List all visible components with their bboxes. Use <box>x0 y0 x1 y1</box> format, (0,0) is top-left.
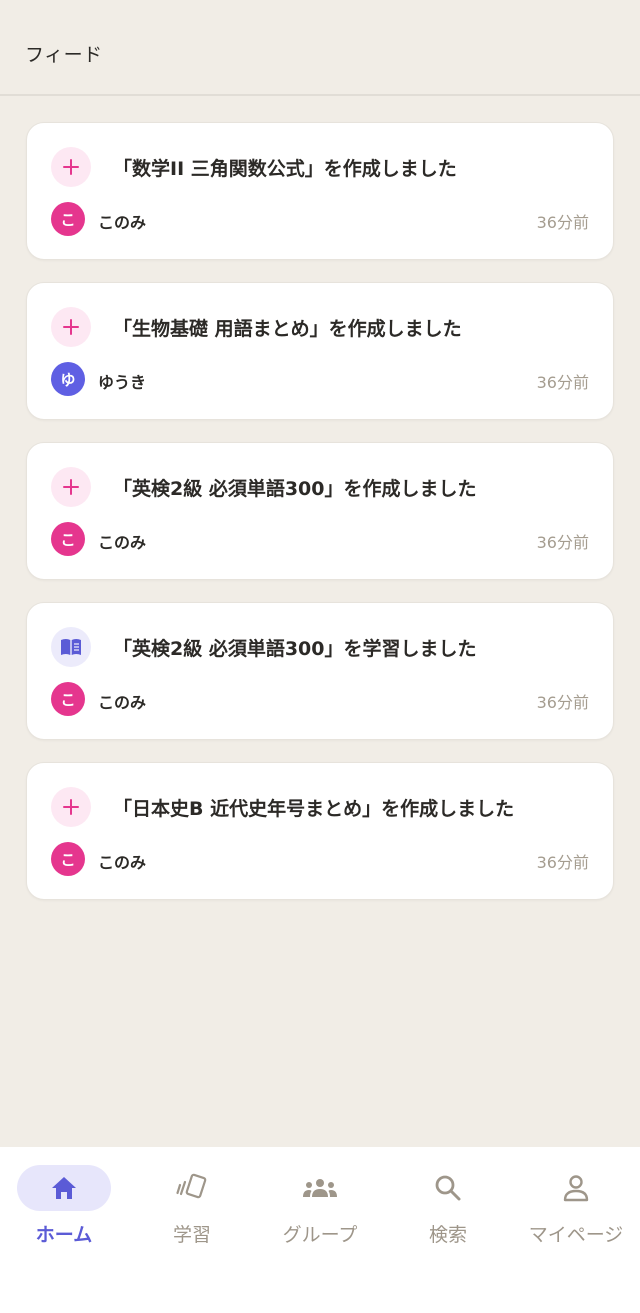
activity-title: 「生物基礎 用語まとめ」を作成しました <box>113 318 462 340</box>
timestamp: 36分前 <box>536 853 589 872</box>
user-name: このみ <box>98 213 147 232</box>
feed-card[interactable]: 「日本史B 近代史年号まとめ」を作成しました こ このみ 36分前 <box>26 762 614 900</box>
nav-label: マイページ <box>528 1224 624 1246</box>
feed-card[interactable]: 「英検2級 必須単語300」を学習しました こ このみ 36分前 <box>26 602 614 740</box>
person-icon <box>556 1171 596 1205</box>
page-title: フィード <box>25 44 103 66</box>
feed-card[interactable]: 「数学II 三角関数公式」を作成しました こ このみ 36分前 <box>26 122 614 260</box>
nav-label: 学習 <box>172 1224 211 1246</box>
home-icon <box>44 1171 84 1205</box>
plus-icon <box>51 147 91 187</box>
group-icon <box>300 1171 340 1205</box>
bottom-navigation: ホーム 学習 グループ 検索 マイページ <box>0 1147 640 1313</box>
search-icon <box>428 1171 468 1205</box>
nav-study[interactable]: 学習 <box>128 1147 256 1267</box>
feed-card[interactable]: 「英検2級 必須単語300」を作成しました こ このみ 36分前 <box>26 442 614 580</box>
nav-home[interactable]: ホーム <box>0 1147 128 1267</box>
activity-title: 「英検2級 必須単語300」を学習しました <box>113 638 477 660</box>
nav-group[interactable]: グループ <box>256 1147 384 1267</box>
plus-icon <box>51 467 91 507</box>
user-name: ゆうき <box>98 373 147 392</box>
avatar: こ <box>51 682 85 716</box>
book-icon <box>51 627 91 667</box>
nav-label: グループ <box>282 1224 358 1246</box>
timestamp: 36分前 <box>536 533 589 552</box>
timestamp: 36分前 <box>536 213 589 232</box>
nav-search[interactable]: 検索 <box>384 1147 512 1267</box>
activity-title: 「英検2級 必須単語300」を作成しました <box>113 478 477 500</box>
cards-icon <box>172 1171 212 1205</box>
plus-icon <box>51 307 91 347</box>
nav-label: 検索 <box>428 1224 467 1246</box>
plus-icon <box>51 787 91 827</box>
avatar: こ <box>51 202 85 236</box>
timestamp: 36分前 <box>536 693 589 712</box>
feed-card[interactable]: 「生物基礎 用語まとめ」を作成しました ゆ ゆうき 36分前 <box>26 282 614 420</box>
user-name: このみ <box>98 693 147 712</box>
timestamp: 36分前 <box>536 373 589 392</box>
user-name: このみ <box>98 853 147 872</box>
nav-label: ホーム <box>35 1224 93 1246</box>
nav-mypage[interactable]: マイページ <box>512 1147 640 1267</box>
avatar: こ <box>51 522 85 556</box>
activity-title: 「数学II 三角関数公式」を作成しました <box>113 158 457 180</box>
activity-title: 「日本史B 近代史年号まとめ」を作成しました <box>113 798 515 820</box>
app-header: フィード <box>0 0 640 96</box>
user-name: このみ <box>98 533 147 552</box>
avatar: こ <box>51 842 85 876</box>
avatar: ゆ <box>51 362 85 396</box>
